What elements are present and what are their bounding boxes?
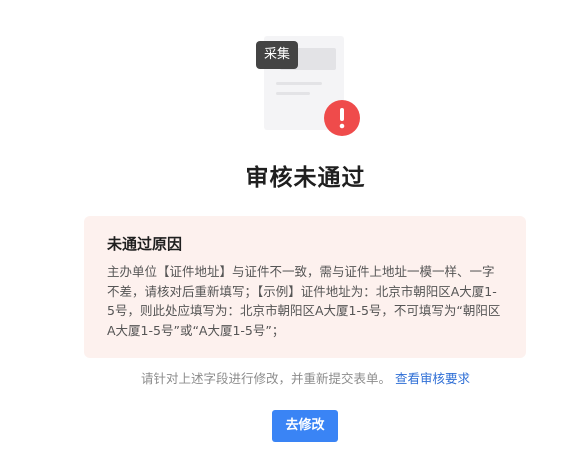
status-illustration: 采集: [256, 36, 364, 140]
modify-button[interactable]: 去修改: [272, 410, 338, 442]
reason-heading: 未通过原因: [107, 235, 183, 253]
reason-text: 主办单位【证件地址】与证件不一致，需与证件上地址一模一样、一字不差，请核对后重新…: [107, 264, 501, 338]
hint-text: 请针对上述字段进行修改，并重新提交表单。: [140, 371, 391, 386]
page-title: 审核未通过: [245, 165, 366, 191]
document-line: [276, 82, 322, 85]
hint-line: 请针对上述字段进行修改，并重新提交表单。 查看审核要求: [0, 368, 573, 387]
document-line: [276, 92, 310, 95]
collect-tooltip: 采集: [256, 41, 299, 69]
rejection-reason-panel: 未通过原因 主办单位【证件地址】与证件不一致，需与证件上地址一模一样、一字不差，…: [84, 216, 526, 358]
exclamation-icon: [324, 100, 360, 136]
view-review-requirements-link[interactable]: 查看审核要求: [395, 371, 470, 386]
